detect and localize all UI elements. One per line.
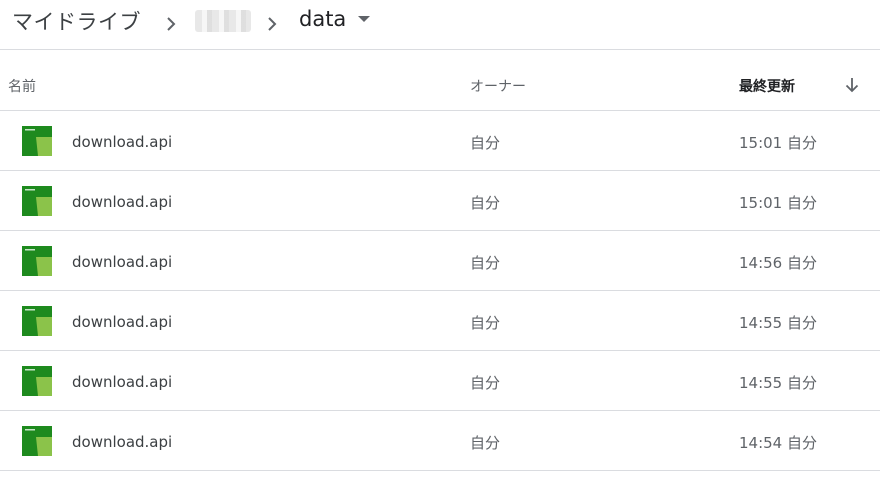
column-header-owner[interactable]: オーナー	[470, 76, 526, 96]
column-header-modified[interactable]: 最終更新	[739, 76, 795, 96]
file-modified: 14:56 自分	[739, 254, 817, 272]
breadcrumb-current-folder[interactable]: data	[299, 7, 371, 31]
file-owner: 自分	[470, 374, 501, 392]
file-icon	[22, 306, 52, 336]
file-icon	[22, 426, 52, 456]
breadcrumb-current-label: data	[299, 7, 347, 31]
file-name: download.api	[72, 133, 173, 151]
file-name: download.api	[72, 433, 173, 451]
file-owner: 自分	[470, 254, 501, 272]
file-row[interactable]: download.api 自分 14:54 自分	[0, 411, 880, 471]
file-owner: 自分	[470, 314, 501, 332]
breadcrumb: マイドライブ data	[0, 0, 880, 50]
file-owner: 自分	[470, 134, 501, 152]
file-owner: 自分	[470, 194, 501, 212]
column-header-row: 名前 オーナー 最終更新	[0, 51, 880, 111]
caret-down-icon	[358, 16, 371, 22]
file-row[interactable]: download.api 自分 14:55 自分	[0, 351, 880, 411]
file-icon	[22, 366, 52, 396]
file-row[interactable]: download.api 自分 15:01 自分	[0, 171, 880, 231]
file-row[interactable]: download.api 自分 15:01 自分	[0, 111, 880, 171]
file-icon	[22, 186, 52, 216]
file-name: download.api	[72, 253, 173, 271]
file-modified: 14:55 自分	[739, 314, 817, 332]
arrow-down-icon[interactable]	[843, 76, 861, 94]
file-name: download.api	[72, 193, 173, 211]
file-modified: 14:54 自分	[739, 434, 817, 452]
column-header-name[interactable]: 名前	[8, 76, 36, 96]
file-icon	[22, 246, 52, 276]
file-name: download.api	[72, 373, 173, 391]
breadcrumb-redacted-folder[interactable]	[195, 10, 251, 32]
file-list: download.api 自分 15:01 自分 download.api 自分…	[0, 111, 880, 471]
file-row[interactable]: download.api 自分 14:56 自分	[0, 231, 880, 291]
chevron-right-icon	[167, 17, 176, 31]
chevron-right-icon	[268, 17, 277, 31]
file-owner: 自分	[470, 434, 501, 452]
breadcrumb-my-drive[interactable]: マイドライブ	[12, 6, 141, 36]
file-modified: 15:01 自分	[739, 134, 817, 152]
file-modified: 14:55 自分	[739, 374, 817, 392]
file-icon	[22, 126, 52, 156]
file-row[interactable]: download.api 自分 14:55 自分	[0, 291, 880, 351]
file-name: download.api	[72, 313, 173, 331]
file-modified: 15:01 自分	[739, 194, 817, 212]
